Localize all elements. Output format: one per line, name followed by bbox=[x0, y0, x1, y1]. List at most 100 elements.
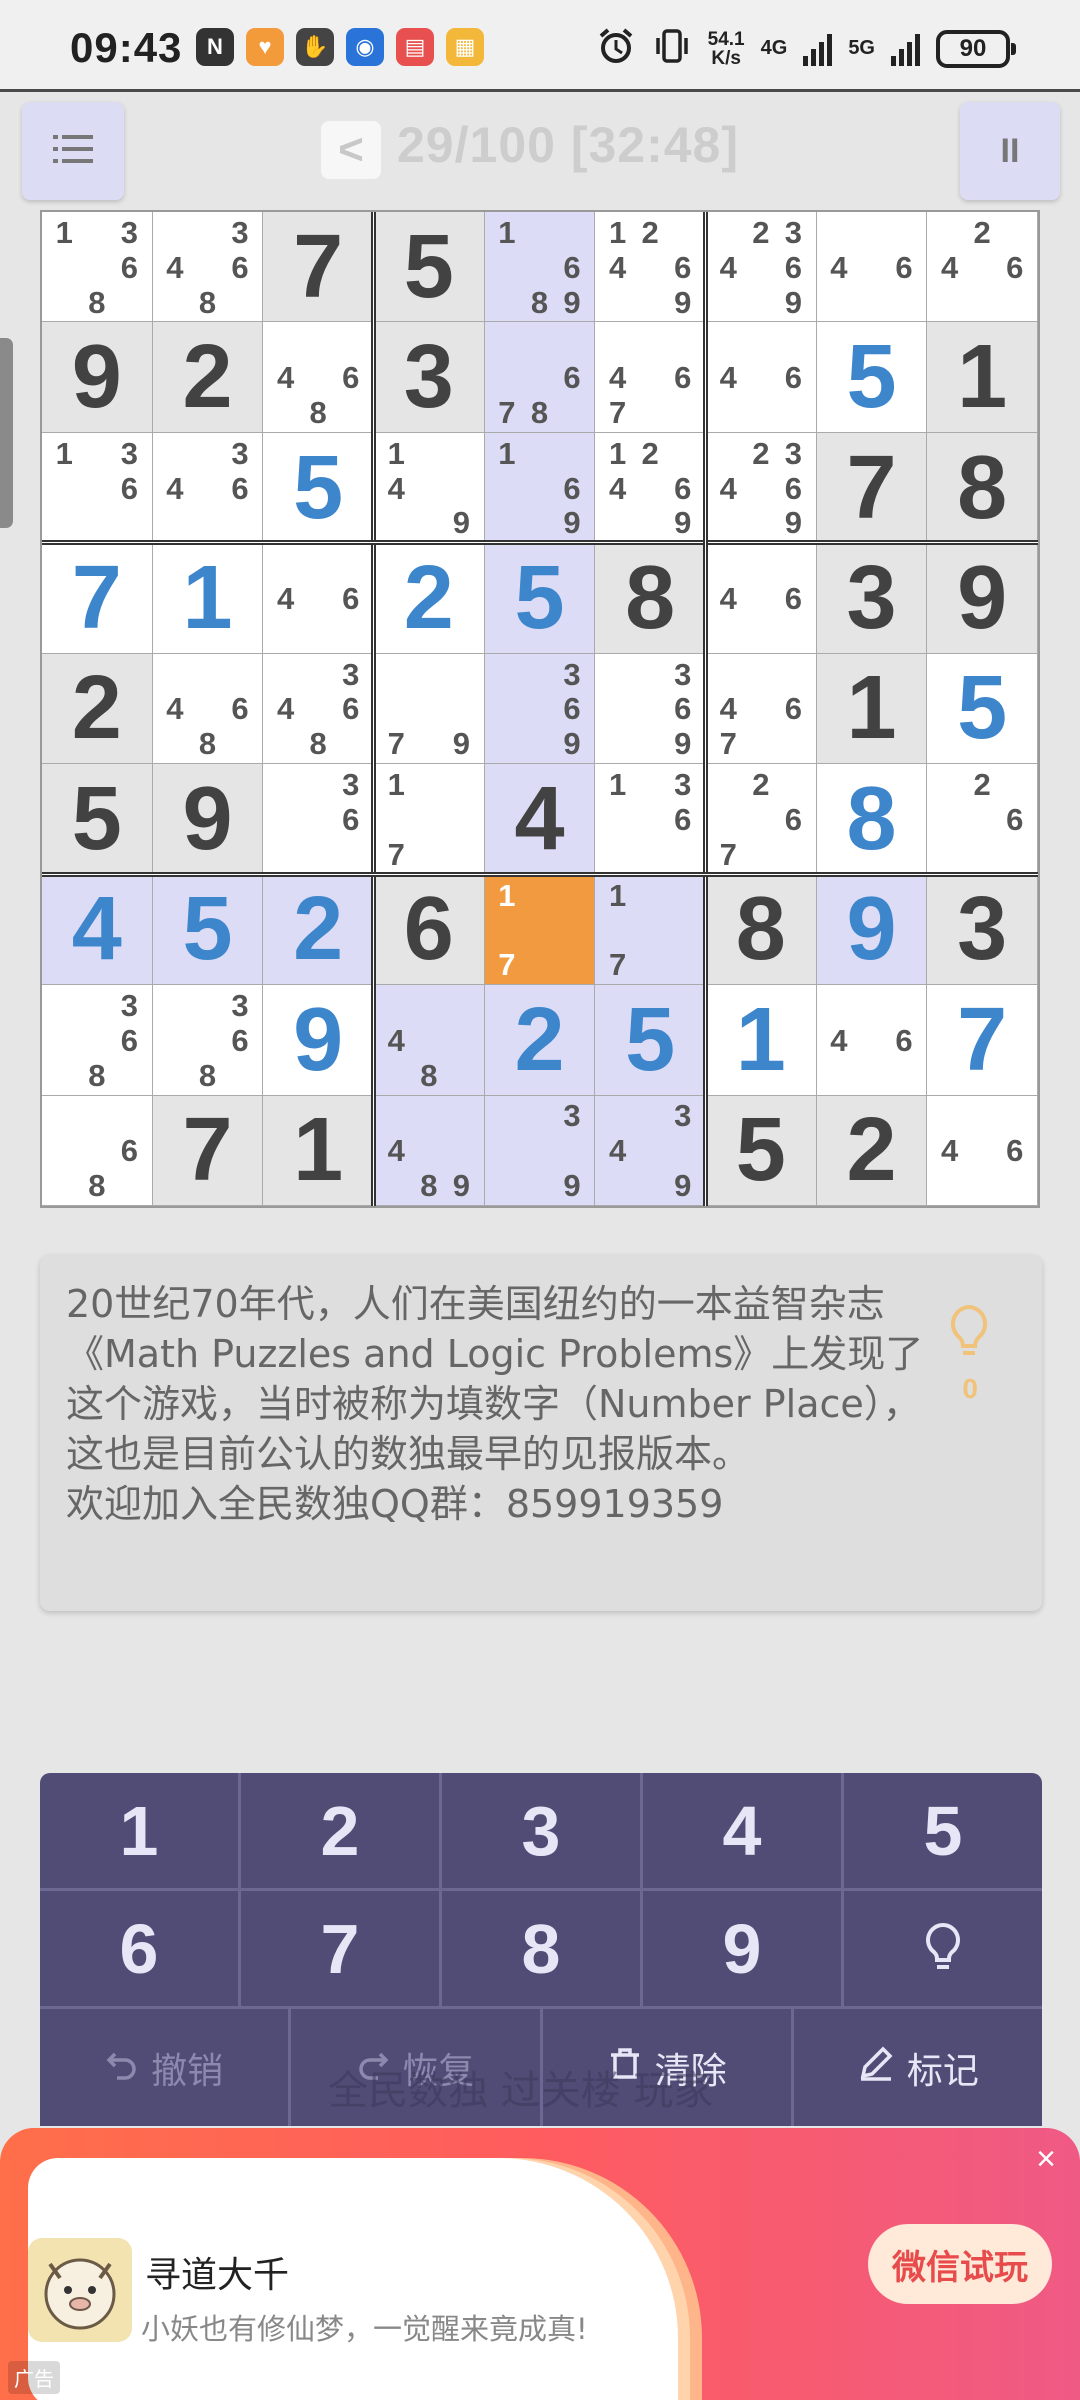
ad-try-button[interactable]: 微信试玩 bbox=[868, 2224, 1052, 2304]
sudoku-cell[interactable]: 5 bbox=[152, 874, 264, 986]
sudoku-cell[interactable]: 1 bbox=[263, 1095, 374, 1206]
sudoku-cell[interactable]: 368 bbox=[42, 985, 153, 1096]
sudoku-cell[interactable]: 26 bbox=[927, 764, 1038, 875]
undo-button[interactable]: 撤销 bbox=[40, 2009, 292, 2126]
sudoku-cell[interactable]: 17 bbox=[374, 764, 485, 875]
mark-button[interactable]: 标记 bbox=[794, 2009, 1042, 2126]
sudoku-cell[interactable]: 24 6 bbox=[927, 212, 1038, 323]
sudoku-cell[interactable]: 46 bbox=[927, 1095, 1038, 1206]
sudoku-cell[interactable]: 46 bbox=[706, 543, 817, 654]
sudoku-cell[interactable]: 46 bbox=[816, 212, 928, 323]
sudoku-cell[interactable]: 1689 bbox=[484, 212, 596, 323]
sudoku-cell[interactable]: 17 bbox=[595, 874, 706, 986]
sudoku-cell[interactable]: 8 bbox=[595, 543, 706, 654]
sudoku-cell[interactable]: 1 bbox=[152, 543, 264, 654]
sudoku-cell[interactable]: 5 bbox=[484, 543, 596, 654]
sudoku-cell[interactable]: 2 bbox=[152, 322, 264, 433]
sudoku-cell[interactable]: 1 bbox=[927, 322, 1038, 433]
hint-key[interactable] bbox=[844, 1891, 1042, 2006]
sudoku-cell[interactable]: 2 bbox=[484, 985, 596, 1096]
sudoku-cell[interactable]: 6 78 bbox=[484, 322, 596, 433]
sudoku-cell[interactable]: 5 bbox=[42, 764, 153, 875]
sudoku-cell[interactable]: 369 bbox=[595, 653, 706, 765]
sudoku-cell[interactable]: 5 bbox=[706, 1095, 817, 1206]
sudoku-cell[interactable]: 1 36 bbox=[595, 764, 706, 875]
sudoku-cell[interactable]: 5 bbox=[263, 432, 374, 544]
sudoku-cell[interactable]: 369 bbox=[484, 653, 596, 765]
sudoku-cell[interactable]: 5 bbox=[374, 212, 485, 323]
sudoku-cell[interactable]: 2 bbox=[816, 1095, 928, 1206]
sudoku-cell[interactable]: 3 4 68 bbox=[263, 653, 374, 765]
sudoku-cell[interactable]: 46 bbox=[706, 322, 817, 433]
sudoku-cell[interactable]: 3 4 6 bbox=[152, 432, 264, 544]
sudoku-cell[interactable]: 1 368 bbox=[42, 212, 153, 323]
ad-card[interactable]: 寻道大千 小妖也有修仙梦，一觉醒来竟成真! bbox=[28, 2158, 678, 2400]
number-key-2[interactable]: 2 bbox=[241, 1773, 442, 1888]
sudoku-cell[interactable]: 1 36 bbox=[42, 432, 153, 544]
sudoku-cell[interactable]: 8 bbox=[816, 764, 928, 875]
number-key-4[interactable]: 4 bbox=[643, 1773, 844, 1888]
ad-close-icon[interactable]: × bbox=[1036, 2140, 1056, 2179]
side-drawer-handle[interactable] bbox=[0, 338, 13, 528]
sudoku-cell[interactable]: 3 bbox=[927, 874, 1038, 986]
number-key-8[interactable]: 8 bbox=[442, 1891, 643, 2006]
sudoku-cell[interactable]: 36 bbox=[263, 764, 374, 875]
sudoku-cell[interactable]: 3 bbox=[374, 322, 485, 433]
sudoku-cell[interactable]: 5 bbox=[816, 322, 928, 433]
sudoku-cell[interactable]: 48 bbox=[374, 985, 485, 1096]
sudoku-cell[interactable]: 4 68 bbox=[152, 653, 264, 765]
sudoku-cell[interactable]: 46 bbox=[263, 543, 374, 654]
sudoku-cell[interactable]: 4 6 7 bbox=[706, 653, 817, 765]
sudoku-cell[interactable]: 4 bbox=[42, 874, 153, 986]
sudoku-cell[interactable]: 3 bbox=[816, 543, 928, 654]
sudoku-cell[interactable]: 68 bbox=[42, 1095, 153, 1206]
number-key-7[interactable]: 7 bbox=[241, 1891, 442, 2006]
previous-level-button[interactable]: < bbox=[321, 121, 381, 179]
sudoku-cell[interactable]: 1 bbox=[816, 653, 928, 765]
sudoku-cell[interactable]: 6 bbox=[374, 874, 485, 986]
sudoku-cell[interactable]: 39 bbox=[484, 1095, 596, 1206]
sudoku-cell[interactable]: 8 bbox=[927, 432, 1038, 544]
pause-button[interactable]: II bbox=[960, 102, 1060, 200]
number-key-9[interactable]: 9 bbox=[643, 1891, 844, 2006]
sudoku-cell[interactable]: 4 6 7 bbox=[595, 322, 706, 433]
number-key-3[interactable]: 3 bbox=[442, 1773, 643, 1888]
ad-banner[interactable]: 寻道大千 小妖也有修仙梦，一觉醒来竟成真! 微信试玩 × 广告 bbox=[0, 2128, 1080, 2400]
sudoku-cell[interactable]: 2 bbox=[263, 874, 374, 986]
sudoku-cell[interactable]: 1 69 bbox=[484, 432, 596, 544]
sudoku-cell[interactable]: 1 bbox=[706, 985, 817, 1096]
sudoku-cell[interactable]: 7 bbox=[263, 212, 374, 323]
sudoku-cell[interactable]: 2 bbox=[42, 653, 153, 765]
sudoku-cell[interactable]: 7 bbox=[927, 985, 1038, 1096]
sudoku-cell[interactable]: 46 bbox=[816, 985, 928, 1096]
sudoku-cell[interactable]: 368 bbox=[152, 985, 264, 1096]
sudoku-cell[interactable]: 17 bbox=[484, 874, 596, 986]
sudoku-cell[interactable]: 124 69 bbox=[595, 212, 706, 323]
hint-bulb-icon[interactable] bbox=[944, 1303, 994, 1368]
sudoku-cell[interactable]: 4 bbox=[484, 764, 596, 875]
number-key-6[interactable]: 6 bbox=[40, 1891, 241, 2006]
sudoku-cell[interactable]: 26 7 bbox=[706, 764, 817, 875]
sudoku-cell[interactable]: 2 bbox=[374, 543, 485, 654]
sudoku-cell[interactable]: 23 4 69 bbox=[706, 212, 817, 323]
sudoku-cell[interactable]: 9 bbox=[42, 322, 153, 433]
sudoku-cell[interactable]: 8 bbox=[706, 874, 817, 986]
sudoku-cell[interactable]: 23 4 69 bbox=[706, 432, 817, 544]
sudoku-cell[interactable]: 124 69 bbox=[595, 432, 706, 544]
sudoku-cell[interactable]: 3 4 9 bbox=[595, 1095, 706, 1206]
sudoku-cell[interactable]: 14 9 bbox=[374, 432, 485, 544]
sudoku-cell[interactable]: 5 bbox=[927, 653, 1038, 765]
sudoku-cell[interactable]: 79 bbox=[374, 653, 485, 765]
sudoku-cell[interactable]: 9 bbox=[927, 543, 1038, 654]
sudoku-cell[interactable]: 9 bbox=[816, 874, 928, 986]
sudoku-cell[interactable]: 7 bbox=[152, 1095, 264, 1206]
sudoku-cell[interactable]: 9 bbox=[263, 985, 374, 1096]
number-key-5[interactable]: 5 bbox=[844, 1773, 1042, 1888]
sudoku-cell[interactable]: 489 bbox=[374, 1095, 485, 1206]
sudoku-cell[interactable]: 9 bbox=[152, 764, 264, 875]
sudoku-cell[interactable]: 4 68 bbox=[263, 322, 374, 433]
menu-button[interactable] bbox=[22, 102, 124, 200]
sudoku-cell[interactable]: 3 4 68 bbox=[152, 212, 264, 323]
sudoku-cell[interactable]: 7 bbox=[42, 543, 153, 654]
sudoku-cell[interactable]: 7 bbox=[816, 432, 928, 544]
